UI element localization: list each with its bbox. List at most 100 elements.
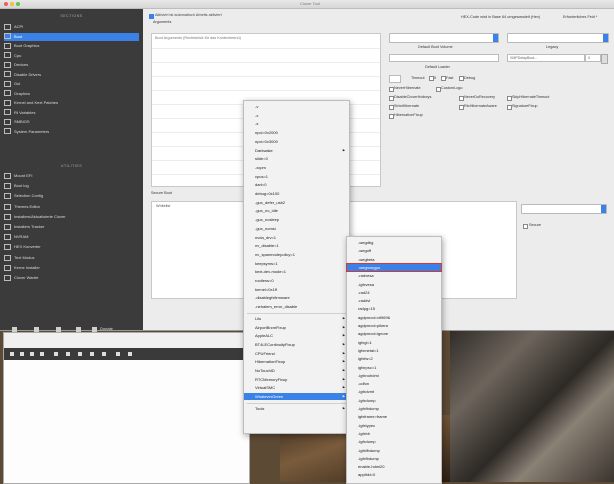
sidebar-tool-item[interactable]: Installers Tracker [4,223,139,231]
context-menu-item[interactable]: AirportBrcmFixup ▶ [244,324,349,331]
context-menu-item[interactable]: -gux_nomsi [244,225,349,232]
submenu-item[interactable]: -igfxtypec [347,422,441,429]
check-icon[interactable] [10,352,14,356]
timeout-field[interactable] [389,75,401,83]
submenu-item[interactable]: -igfxvesa [347,281,441,288]
submenu-item[interactable]: -wegdbg [347,239,441,246]
legacy-stepper[interactable] [601,54,608,64]
submenu-item[interactable]: -wegnoegpu [346,262,442,272]
submenu-item[interactable]: -igfxdump [347,438,441,445]
sidebar-item[interactable]: Gui [4,80,139,88]
font-icon[interactable] [20,352,24,356]
context-menu-item[interactable]: Lilu ▶ [244,315,349,322]
submenu-item[interactable]: agdpmod=vit9696 [347,314,441,321]
submenu-item[interactable]: radpg=15 [347,305,441,312]
context-menu-item[interactable]: -disablegfxfirmware [244,294,349,301]
legacy-value-field[interactable]: XMPDelayBoot... [507,54,585,62]
context-menu-item[interactable]: BT4LEContinuityFixup ▶ [244,341,349,348]
sidebar-item[interactable]: System Parameters [4,128,139,136]
sidebar-tool-item[interactable]: Boot log [4,182,139,190]
sidebar-tool-item[interactable]: Installers/Aktualisierte Clover [4,213,139,221]
sidebar-item[interactable]: Rt Variables [4,109,139,117]
default-loader-field[interactable] [389,54,499,62]
default-boot-volume-dropdown[interactable] [389,33,499,43]
sidebar-tool-item[interactable]: NVRAM [4,233,139,241]
sidebar-tool-item[interactable]: Themes Editor [4,203,139,211]
sidebar-item[interactable]: Disable Drivers [4,71,139,79]
context-menu-item[interactable]: nvda_drv=1 [244,234,349,241]
image-icon[interactable] [90,352,94,356]
context-menu-item[interactable]: HibernationFixup ▶ [244,358,349,365]
context-menu-item[interactable]: slide=0 [244,155,349,162]
submenu-item[interactable]: -igfxblr [347,430,441,437]
context-menu-item[interactable]: kext-dev-mode=1 [244,268,349,275]
context-menu-item[interactable]: -gux_defer_usb2 [244,199,349,206]
submenu-item[interactable]: igfxrpsc=1 [347,364,441,371]
legacy-stepper-field[interactable]: 0 [585,54,601,62]
minimize-window-button[interactable] [10,2,14,6]
submenu-item[interactable]: igfxframe=frame [347,413,441,420]
sidebar-tool-item[interactable]: Kerne Installer [4,264,139,272]
sidebar-tool-item[interactable]: Mount EFI [4,172,139,180]
close-window-button[interactable] [4,2,8,6]
submenu-item[interactable]: -igfxnohdmi [347,372,441,379]
context-menu-item[interactable]: keepsyms=1 [244,260,349,267]
submenu-item[interactable]: igfxgl=1 [347,339,441,346]
context-menu-item[interactable]: RTCMemoryFixup ▶ [244,376,349,383]
context-menu-item[interactable]: -nehalem_error_disable [244,303,349,310]
auto-arguments-checkbox[interactable] [149,14,154,19]
sidebar-item[interactable]: ACPI [4,23,139,31]
context-menu-item[interactable]: kernel=0x1ff [244,286,349,293]
context-menu-item[interactable]: nv_spanmodepolicy=1 [244,251,349,258]
secure-boot-policy-dropdown[interactable] [521,204,607,214]
quote-icon[interactable] [116,352,120,356]
sidebar-tool-item[interactable]: HEX Konverter [4,243,139,251]
sidebar-item[interactable]: Boot Graphics [4,42,139,50]
context-menu-item[interactable]: Tools ▶ [244,405,349,412]
sidebar-item[interactable]: Kernel and Kext Patches [4,99,139,107]
sidebar-tool-item[interactable]: Text Modus [4,254,139,262]
context-menu-item[interactable]: CPUFriend ▶ [244,350,349,357]
context-menu-item[interactable]: -v [244,103,349,110]
submenu-item[interactable]: -igfxdvmt [347,388,441,395]
context-menu-item[interactable]: VirtualSMC ▶ [244,384,349,391]
context-menu-item[interactable]: AppleALC ▶ [244,332,349,339]
context-menu-item[interactable]: -gux_nosleep [244,216,349,223]
submenu-item[interactable]: -raddvi [347,297,441,304]
context-menu-item[interactable]: nv_disable=1 [244,242,349,249]
sidebar-item[interactable]: Cpu [4,52,139,60]
grid-icon[interactable] [54,352,58,356]
submenu-item[interactable]: agdpmod=pikera [347,322,441,329]
submenu-item[interactable]: -radvesa [347,272,441,279]
context-menu-item[interactable]: debug=0x100 [244,190,349,197]
sidebar-item[interactable]: Graphics [4,90,139,98]
link-icon[interactable] [78,352,82,356]
submenu-item[interactable]: igfxmetal=1 [347,347,441,354]
submenu-item[interactable]: agdpmod=ignore [347,330,441,337]
context-menu-item[interactable]: dart=0 [244,181,349,188]
submenu-item[interactable]: -igfxfbdump [347,455,441,462]
sidebar-tool-item[interactable]: Selection Config [4,192,139,200]
sidebar-item[interactable]: Boot [4,32,139,41]
legacy-dropdown[interactable] [507,33,609,43]
context-menu-item[interactable]: npci=0x2000 [244,129,349,136]
secure-checkbox[interactable] [523,224,528,229]
sidebar-item[interactable]: SMBIOS [4,118,139,126]
context-menu-item[interactable]: NoTouchID ▶ [244,367,349,374]
context-menu-item[interactable]: -x [244,112,349,119]
submenu-item[interactable]: enable-hdmi20 [347,463,441,470]
submenu-item[interactable]: -igfxdump [347,397,441,404]
submenu-item[interactable]: -cdfon [347,380,441,387]
context-menu-item[interactable]: npci=0x3000 [244,138,349,145]
context-menu-item[interactable]: cpus=1 [244,173,349,180]
donate-button[interactable]: Donate [100,326,113,331]
media-icon[interactable] [102,352,106,356]
submenu-item[interactable]: -rad24 [347,289,441,296]
context-menu-item[interactable]: -xcpm [244,164,349,171]
submenu-item[interactable]: -igfxfbdump [347,405,441,412]
submenu-item[interactable]: applbkl=0 [347,471,441,478]
text-size-icon[interactable] [30,352,34,356]
submenu-item[interactable]: igfxfw=2 [347,355,441,362]
context-menu-item[interactable]: Darkwake ▶ [244,147,349,154]
submenu-item[interactable]: -wegbeta [347,256,441,263]
